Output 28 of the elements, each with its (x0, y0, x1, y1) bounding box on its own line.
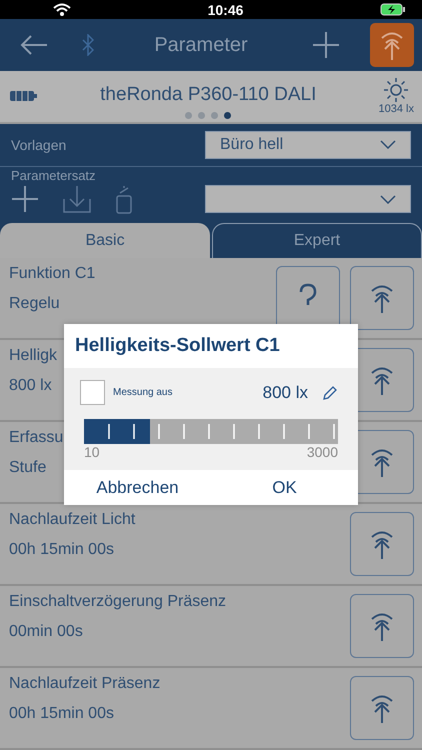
parameter-name: Nachlaufzeit Licht (9, 511, 136, 529)
parameter-name: Funktion C1 (9, 265, 96, 283)
parameter-value: 00h 15min 00s (9, 705, 114, 723)
device-name: theRonda P360-110 DALI (100, 84, 316, 106)
checkbox-label: Messung aus (113, 387, 174, 398)
parameter-value: 00min 00s (9, 623, 83, 641)
tab[interactable]: Basic (0, 223, 210, 258)
dialog-button[interactable]: Abbrechen (64, 470, 211, 505)
template-dropdown[interactable]: Büro hell (205, 130, 411, 159)
parameter-name: Helligk (9, 347, 58, 365)
screen-title: Parameter (153, 34, 249, 57)
value-reading: 800 lx (262, 382, 308, 402)
parameter-name: Nachlaufzeit Präsenz (9, 675, 160, 693)
parameter-value: Regelu (9, 295, 60, 313)
tab[interactable]: Expert (212, 223, 422, 258)
dialog-title: Helligkeits-Sollwert C1 (74, 334, 281, 358)
section-label: Parametersatz (11, 168, 97, 184)
field-label: Vorlagen (11, 136, 66, 153)
parameter-name: Erfassu (9, 429, 64, 447)
min-label: 10 (84, 444, 100, 460)
light-reading: 1034 lx (378, 103, 414, 116)
parameter-name: Einschaltverzögerung Präsenz (9, 593, 226, 611)
parameter-value: 800 lx (9, 377, 52, 395)
parameter-value: 00h 15min 00s (9, 541, 114, 559)
clock-time: 10:46 (208, 2, 244, 18)
max-label: 3000 (306, 444, 338, 460)
parameter-value: Stufe (9, 459, 46, 477)
dialog-button[interactable]: OK (211, 470, 358, 505)
